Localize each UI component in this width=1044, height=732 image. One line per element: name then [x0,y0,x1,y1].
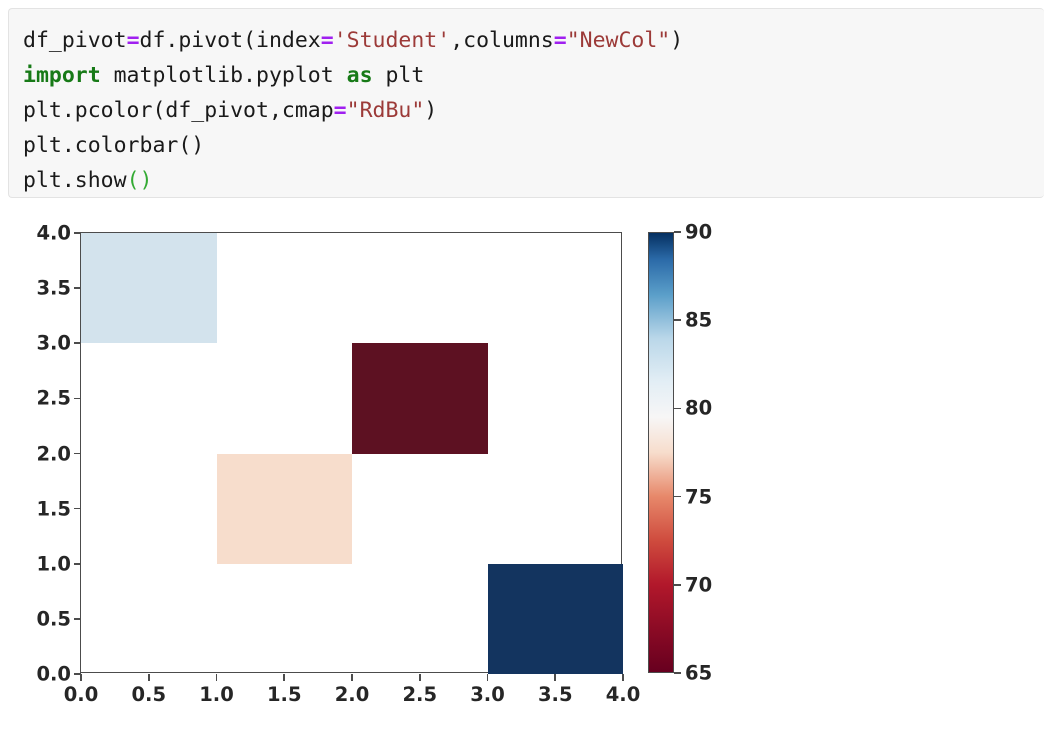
y-tick-mark [74,397,81,400]
code-token-paren-g: () [126,168,153,193]
code-line: plt.colorbar() [23,128,1044,163]
x-tick-label: 4.0 [605,683,641,706]
x-tick-label: 3.5 [537,683,573,706]
code-line: plt.pcolor(df_pivot,cmap="RdBu") [23,93,1044,128]
code-token-op: = [333,98,347,123]
cell-col0-row3 [81,233,217,344]
y-tick-label: 4.0 [36,221,71,245]
code-token-plain: df.pivot(index [139,28,321,53]
code-token-plain: ,columns [450,28,554,53]
colorbar-tick-mark [674,407,681,410]
x-tick-label: 2.0 [334,683,370,706]
colorbar-tick-mark [674,231,681,233]
code-token-str: "RdBu" [346,98,425,123]
code-token-plain: plt.colorbar() [23,133,205,158]
cell-col3-row0 [487,563,623,674]
x-tick-label: 1.5 [266,683,302,706]
colorbar-tick-mark [674,495,681,498]
cell-col1-row1 [216,453,352,564]
x-tick-mark [283,674,286,681]
code-token-plain: matplotlib.pyplot [100,63,347,88]
code-token-plain: ) [670,28,684,53]
code-source: df_pivot=df.pivot(index='Student',column… [23,23,1044,198]
code-token-op: = [553,28,567,53]
x-tick-label: 2.5 [402,683,438,706]
y-tick-label: 2.5 [36,386,71,410]
colorbar: 65 70 75 80 85 90 [648,221,712,685]
x-tick-mark [215,674,218,681]
x-tick-label: 0.5 [131,683,167,706]
matplotlib-figure-output: 0.0 0.5 1.0 1.5 2.0 2.5 3.0 3.5 4.0 0.0 0.5 1.0 1.5… [0,210,740,710]
colorbar-tick-mark [674,672,681,674]
code-token-plain: ) [424,98,438,123]
x-tick-mark [351,674,353,681]
colorbar-tick-label: 65 [685,661,713,685]
y-tick-label: 0.5 [36,607,71,631]
x-tick-label: 0.0 [63,683,99,706]
x-tick-label: 3.0 [470,683,505,706]
colorbar-tick-mark [674,584,681,586]
code-cell[interactable]: df_pivot=df.pivot(index='Student',column… [8,8,1044,198]
colorbar-tick-label: 85 [685,308,713,332]
y-tick-mark [74,232,81,234]
code-line: df_pivot=df.pivot(index='Student',column… [23,23,1044,58]
y-tick-label: 1.0 [36,552,71,576]
x-tick-mark [554,674,557,681]
code-token-kw: import [23,63,101,88]
y-tick-mark [74,507,81,510]
colorbar-gradient [648,232,674,673]
code-line: import matplotlib.pyplot as plt [23,58,1044,93]
y-tick-mark [74,287,81,289]
colorbar-tick-label: 70 [685,573,713,597]
x-tick-mark [486,674,489,681]
code-token-plain: plt.pcolor(df_pivot,cmap [23,98,334,123]
code-token-op: = [126,28,140,53]
code-token-plain: plt [372,63,425,88]
code-token-op: = [320,28,334,53]
code-token-plain: df_pivot [23,28,127,53]
heatmap-plot-area: 0.0 0.5 1.0 1.5 2.0 2.5 3.0 3.5 4.0 0.0 0.5 1.0 1.5… [36,222,640,707]
x-tick-mark [147,674,150,681]
code-line: plt.show() [23,163,1044,198]
y-tick-mark [74,342,81,345]
x-tick-mark [80,674,82,681]
x-tick-label: 1.0 [199,683,234,706]
code-token-str: 'Student' [333,28,451,53]
code-token-str: "NewCol" [566,28,671,53]
colorbar-tick-mark [674,319,681,321]
colorbar-tick-label: 90 [685,220,713,244]
colorbar-tick-label: 80 [685,396,713,420]
y-tick-mark [74,618,81,620]
y-tick-label: 1.5 [36,497,71,521]
x-tick-mark [622,674,624,681]
y-tick-label: 3.5 [36,276,71,300]
y-tick-label: 3.0 [36,331,71,355]
y-tick-mark [74,452,81,455]
cell-col2-row2 [352,343,488,454]
code-token-plain: plt.show [23,168,127,193]
x-tick-mark [418,674,421,681]
colorbar-tick-label: 75 [685,485,713,509]
y-tick-mark [74,562,81,565]
code-token-kw: as [346,63,373,88]
y-tick-label: 2.0 [36,442,71,465]
